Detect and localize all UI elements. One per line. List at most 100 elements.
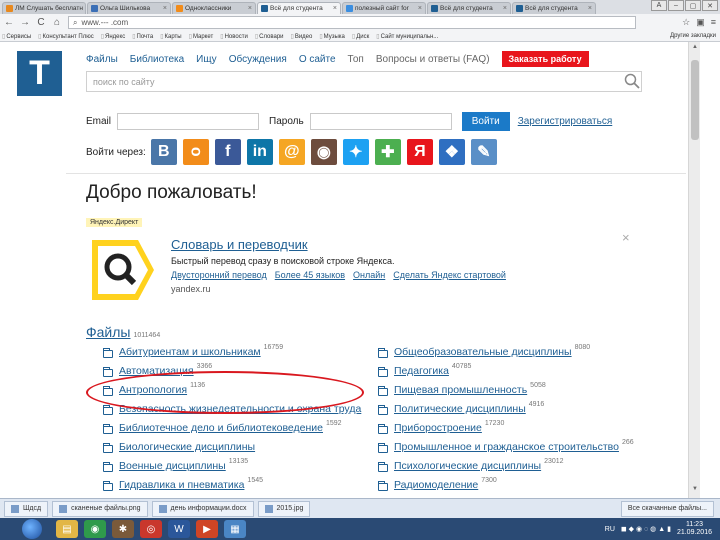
file-category-name[interactable]: Педагогика (394, 365, 449, 377)
browser-tab[interactable]: Всё для студента × (512, 2, 596, 14)
file-category-name[interactable]: Абитуриентам и школьникам (119, 346, 261, 358)
download-item[interactable]: Шдсд (4, 500, 49, 517)
tab-close-icon[interactable]: × (161, 5, 167, 12)
home-icon[interactable]: ⌂ (52, 17, 62, 28)
tray-icons[interactable]: ◼ ◆ ◉ ◌ ◍ ▲ ▮ (621, 525, 671, 533)
file-category[interactable]: Библиотечное дело и библиотековедение 159… (103, 420, 364, 441)
back-icon[interactable]: ← (4, 17, 14, 28)
tab-close-icon[interactable]: × (246, 5, 252, 12)
download-item[interactable]: 2015.jpg (257, 500, 311, 517)
search-input[interactable]: поиск по сайту (86, 71, 642, 92)
browser-tab[interactable]: Ольга Шилькова × (87, 2, 171, 14)
facebook-icon[interactable]: f (214, 139, 241, 165)
nav-link[interactable]: Ищу (196, 54, 217, 65)
ad-link[interactable]: Онлайн (353, 270, 385, 280)
browser-tab[interactable]: ЛМ Слушать бесплатн× (2, 2, 86, 14)
ad-link[interactable]: Сделать Яндекс стартовой (393, 270, 506, 280)
address-bar[interactable]: ⌕ www.--- .com (68, 16, 637, 29)
tab-close-icon[interactable]: × (586, 5, 592, 12)
ad-link[interactable]: Более 45 языков (275, 270, 345, 280)
google-icon[interactable]: ✚ (374, 139, 401, 165)
openid-icon[interactable]: ✎ (470, 139, 497, 165)
user-icon[interactable]: A (651, 0, 667, 11)
file-category[interactable]: Пищевая промышленность 5058 (378, 382, 634, 403)
bookmark-item[interactable]: Новости (220, 33, 248, 40)
nav-link[interactable]: Обсуждения (229, 54, 287, 65)
vkontakte-icon[interactable]: В (150, 139, 177, 165)
file-category-name[interactable]: Биологические дисциплины (119, 441, 255, 453)
ad-label[interactable]: Яндекс.Директ (86, 218, 143, 227)
file-category-name[interactable]: Военные дисциплины (119, 460, 226, 472)
language-indicator[interactable]: RU (605, 526, 615, 533)
file-category-name[interactable]: Общеобразовательные дисциплины (394, 346, 572, 358)
extension-icon[interactable]: ▣ (696, 17, 705, 28)
browser-tab[interactable]: Всё для студента × (257, 2, 341, 14)
start-button[interactable] (22, 519, 42, 539)
file-category[interactable]: Психологические дисциплины 23012 (378, 458, 634, 479)
login-button[interactable]: Войти (461, 112, 510, 131)
linkedin-icon[interactable]: in (246, 139, 273, 165)
order-work-button[interactable]: Заказать работу (501, 51, 589, 67)
twitter-icon[interactable]: ✦ (342, 139, 369, 165)
forward-icon[interactable]: → (20, 17, 30, 28)
ad-title[interactable]: Словарь и переводчик (171, 237, 308, 252)
nav-link[interactable]: Вопросы и ответы (FAQ) (376, 54, 490, 65)
skype-icon[interactable]: ◉ (84, 520, 106, 538)
tab-close-icon[interactable]: × (416, 5, 422, 12)
bookmark-item[interactable]: Маркет (189, 33, 213, 40)
paint-icon[interactable]: ▦ (224, 520, 246, 538)
media-icon[interactable]: ✱ (112, 520, 134, 538)
file-category[interactable]: Приборостроение 17230 (378, 420, 634, 441)
browser-tab[interactable]: полезный сайт for × (342, 2, 426, 14)
windows-live-icon[interactable]: ❖ (438, 139, 465, 165)
browser-tab[interactable]: Одноклассники × (172, 2, 256, 14)
bookmark-item[interactable]: Карты (160, 33, 182, 40)
page-scrollbar[interactable]: ▲ ▼ (688, 42, 700, 498)
maximize-button[interactable]: ▢ (685, 0, 701, 11)
password-field[interactable] (309, 113, 452, 130)
file-category[interactable]: Политические дисциплины 4916 (378, 401, 634, 422)
search-icon[interactable] (624, 73, 640, 89)
file-category-name[interactable]: Психологические дисциплины (394, 460, 541, 472)
close-window-button[interactable]: ✕ (702, 0, 718, 11)
file-category[interactable]: Промышленное и гражданское строительство… (378, 439, 634, 460)
nav-link[interactable]: Библиотека (130, 54, 184, 65)
file-category[interactable]: Гидравлика и пневматика 1545 (103, 477, 364, 498)
ad-site[interactable]: yandex.ru (171, 284, 211, 294)
chrome-icon[interactable]: ◎ (140, 520, 162, 538)
clock[interactable]: 11:23 21.09.2016 (677, 521, 712, 537)
bookmark-item[interactable]: Яндекс (101, 33, 125, 40)
file-category[interactable]: Абитуриентам и школьникам 16759 (103, 344, 364, 365)
bookmark-item[interactable]: Словари (255, 33, 283, 40)
file-category[interactable]: Радиомоделение 7300 (378, 477, 634, 498)
yandex-search-icon[interactable] (86, 238, 156, 302)
tab-close-icon[interactable]: × (331, 5, 337, 12)
download-item[interactable]: день информации.docx (151, 500, 254, 517)
odnoklassniki-icon[interactable]: ᴑ (182, 139, 209, 165)
file-category-name[interactable]: Библиотечное дело и библиотековедение (119, 422, 323, 434)
file-category[interactable]: Общеобразовательные дисциплины 8080 (378, 344, 634, 365)
file-category-name[interactable]: Приборостроение (394, 422, 482, 434)
file-category-name[interactable]: Пищевая промышленность (394, 384, 527, 396)
nav-link[interactable]: О сайте (299, 54, 336, 65)
menu-icon[interactable]: ≡ (711, 17, 716, 28)
ad-link[interactable]: Двусторонний перевод (171, 270, 267, 280)
bookmark-item[interactable]: Видео (291, 33, 313, 40)
powerpoint-icon[interactable]: ▶ (196, 520, 218, 538)
ad-close-icon[interactable]: × (622, 230, 630, 245)
yandex-icon[interactable]: Я (406, 139, 433, 165)
mailru-icon[interactable]: @ (278, 139, 305, 165)
download-item[interactable]: сканеные файлы.png (52, 500, 148, 517)
file-category-name[interactable]: Политические дисциплины (394, 403, 526, 415)
files-heading[interactable]: Файлы 1011464 (86, 324, 160, 340)
file-category[interactable]: Военные дисциплины 13135 (103, 458, 364, 479)
word-icon[interactable]: W (168, 520, 190, 538)
site-logo[interactable]: T (17, 51, 62, 96)
other-bookmarks[interactable]: Другие закладки (670, 33, 720, 39)
file-category-name[interactable]: Радиомоделение (394, 479, 478, 491)
file-category-name[interactable]: Промышленное и гражданское строительство (394, 441, 619, 453)
bookmark-item[interactable]: Консультант Плюс (38, 33, 93, 40)
file-category[interactable]: Педагогика 40785 (378, 363, 634, 384)
nav-link[interactable]: Топ (348, 54, 364, 65)
minimize-button[interactable]: – (668, 0, 684, 11)
